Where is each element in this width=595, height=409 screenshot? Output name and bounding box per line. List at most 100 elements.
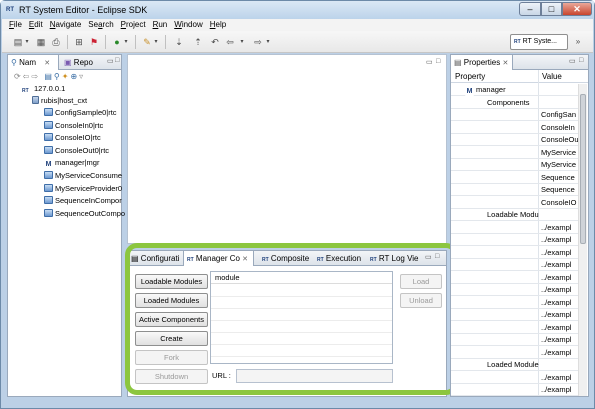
tab-repository[interactable]: ▣ Repo [61,55,105,70]
tree-item[interactable]: SequenceOutCompo [44,208,125,220]
scrollbar-thumb[interactable] [580,94,586,244]
menu-file[interactable]: File [9,19,22,31]
module-list[interactable]: module [210,271,393,364]
refresh-icon[interactable]: ⟳ [14,72,23,81]
maximize-editor-icon[interactable]: □ [436,58,440,65]
minimize-button[interactable]: – [519,2,541,16]
tree-item[interactable]: ConsoleIO|rtc [44,132,101,144]
close-icon[interactable]: ✕ [44,60,50,67]
new-icon[interactable]: ▤ [12,36,24,48]
prev-annotation-icon[interactable]: ⇡ [192,36,204,48]
print-icon[interactable]: ⎙ [50,36,62,48]
menu-run[interactable]: Run [153,19,168,31]
minimize-view-icon[interactable]: ▭ [425,253,432,261]
open-type-icon[interactable]: ⊞ [73,36,85,48]
property-row[interactable]: ../exampl [451,272,579,284]
tree-item[interactable]: ConfigSample0|rtc [44,107,117,119]
wand-icon[interactable]: ✎ [141,36,153,48]
active-components-button[interactable]: Active Components [135,312,208,327]
menu-project[interactable]: Project [121,19,146,31]
tab-configuration[interactable]: ▤ Configurati [128,251,183,266]
maximize-view-icon[interactable]: □ [579,57,583,64]
menu-edit[interactable]: Edit [29,19,43,31]
tree-item[interactable]: Mmanager|mgr [44,157,99,170]
chevron-down-icon[interactable]: ▾ [123,36,129,48]
menu-search[interactable]: Search [88,19,113,31]
module-column-header[interactable]: module [211,272,392,284]
chevron-down-icon[interactable]: ▾ [24,36,30,48]
property-row[interactable]: Components [451,97,579,109]
minimize-editor-icon[interactable]: ▭ [426,58,433,66]
loaded-modules-button[interactable]: Loaded Modules [135,293,208,308]
property-row[interactable]: ../exampl [451,259,579,271]
property-row[interactable]: Sequence [451,184,579,196]
tab-properties[interactable]: ▤ Properties ✕ [451,55,513,70]
vertical-scrollbar[interactable] [578,84,587,396]
maximize-button[interactable]: □ [541,2,562,16]
load-button[interactable]: Load [400,274,442,289]
last-edit-icon[interactable]: ↶ [209,36,221,48]
loadable-modules-button[interactable]: Loadable Modules [135,274,208,289]
property-row[interactable]: ../exampl [451,297,579,309]
tree-item[interactable]: ConsoleOut0|rtc [44,145,109,157]
property-column-header[interactable]: Property [455,70,485,83]
property-row[interactable]: ConsoleIO [451,197,579,209]
property-row[interactable]: Mmanager [451,84,579,96]
tree-item[interactable]: ConsoleIn0|rtc [44,120,103,132]
tab-rt-log-view[interactable]: RT RT Log Vie [367,251,422,266]
minimize-view-icon[interactable]: ▭ [569,57,576,65]
property-row[interactable]: ConsoleOu [451,134,579,146]
back-icon[interactable]: ⇦ [224,36,236,48]
menu-navigate[interactable]: Navigate [50,19,82,31]
fork-button[interactable]: Fork [135,350,208,365]
property-row[interactable]: ../exampl [451,347,579,359]
tab-name-service[interactable]: ⚲ Nam ✕ [8,55,59,70]
shutdown-button[interactable]: Shutdown [135,369,208,384]
forward-icon[interactable]: ⇨ [252,36,264,48]
save-icon[interactable]: ▦ [35,36,47,48]
close-icon[interactable]: ✕ [242,256,248,263]
chevron-down-icon[interactable]: ▾ [153,36,159,48]
property-row[interactable]: Loadable Modu [451,209,579,221]
property-row[interactable]: ../exampl [451,247,579,259]
run-icon[interactable]: ● [111,36,123,48]
next-annotation-icon[interactable]: ⇣ [173,36,185,48]
tree-host[interactable]: RT 127.0.0.1 [22,83,65,95]
property-row[interactable]: ../exampl [451,322,579,334]
tab-manager-control[interactable]: RT Manager Co ✕ [183,251,254,266]
chevron-down-icon[interactable]: ▾ [265,36,271,48]
close-icon[interactable]: ✕ [503,60,509,67]
tree-item[interactable]: MyServiceProvider0 [44,183,122,195]
menu-help[interactable]: Help [210,19,226,31]
tab-composite[interactable]: RT Composite [259,251,314,266]
forward-icon[interactable]: ⇨ [31,72,40,81]
property-row[interactable]: Sequence [451,172,579,184]
close-button[interactable]: ✕ [562,2,592,16]
minimize-view-icon[interactable]: ▭ [107,57,114,65]
property-row[interactable]: ConsoleIn [451,122,579,134]
connect-icon[interactable]: ⚲ [54,72,62,81]
value-column-header[interactable]: Value [542,70,562,83]
more-perspectives-icon[interactable]: » [572,36,584,48]
tree-item[interactable]: MyServiceConsume [44,170,122,182]
title-bar[interactable]: RT RT System Editor - Eclipse SDK – □ ✕ [1,1,594,19]
property-row[interactable]: ../exampl [451,234,579,246]
property-row[interactable]: ../exampl [451,222,579,234]
property-row[interactable]: MyService [451,147,579,159]
property-row[interactable]: ConfigSan [451,109,579,121]
property-row[interactable]: ../exampl [451,284,579,296]
open-resource-icon[interactable]: ⚑ [88,36,100,48]
add-icon[interactable]: ⊕ [70,72,79,81]
view-menu-icon[interactable]: ▿ [79,72,85,81]
maximize-view-icon[interactable]: □ [435,253,439,260]
create-button[interactable]: Create [135,331,208,346]
chevron-down-icon[interactable]: ▾ [239,36,245,48]
maximize-view-icon[interactable]: □ [115,57,119,64]
tree-item[interactable]: SequenceInCompor [44,195,122,207]
perspective-button[interactable]: RT RT Syste... [510,34,568,50]
property-row[interactable]: ../exampl [451,309,579,321]
unload-button[interactable]: Unload [400,293,442,308]
url-field[interactable] [236,369,393,383]
tab-execution[interactable]: RT Execution [314,251,365,266]
property-row[interactable]: ../exampl [451,384,579,396]
